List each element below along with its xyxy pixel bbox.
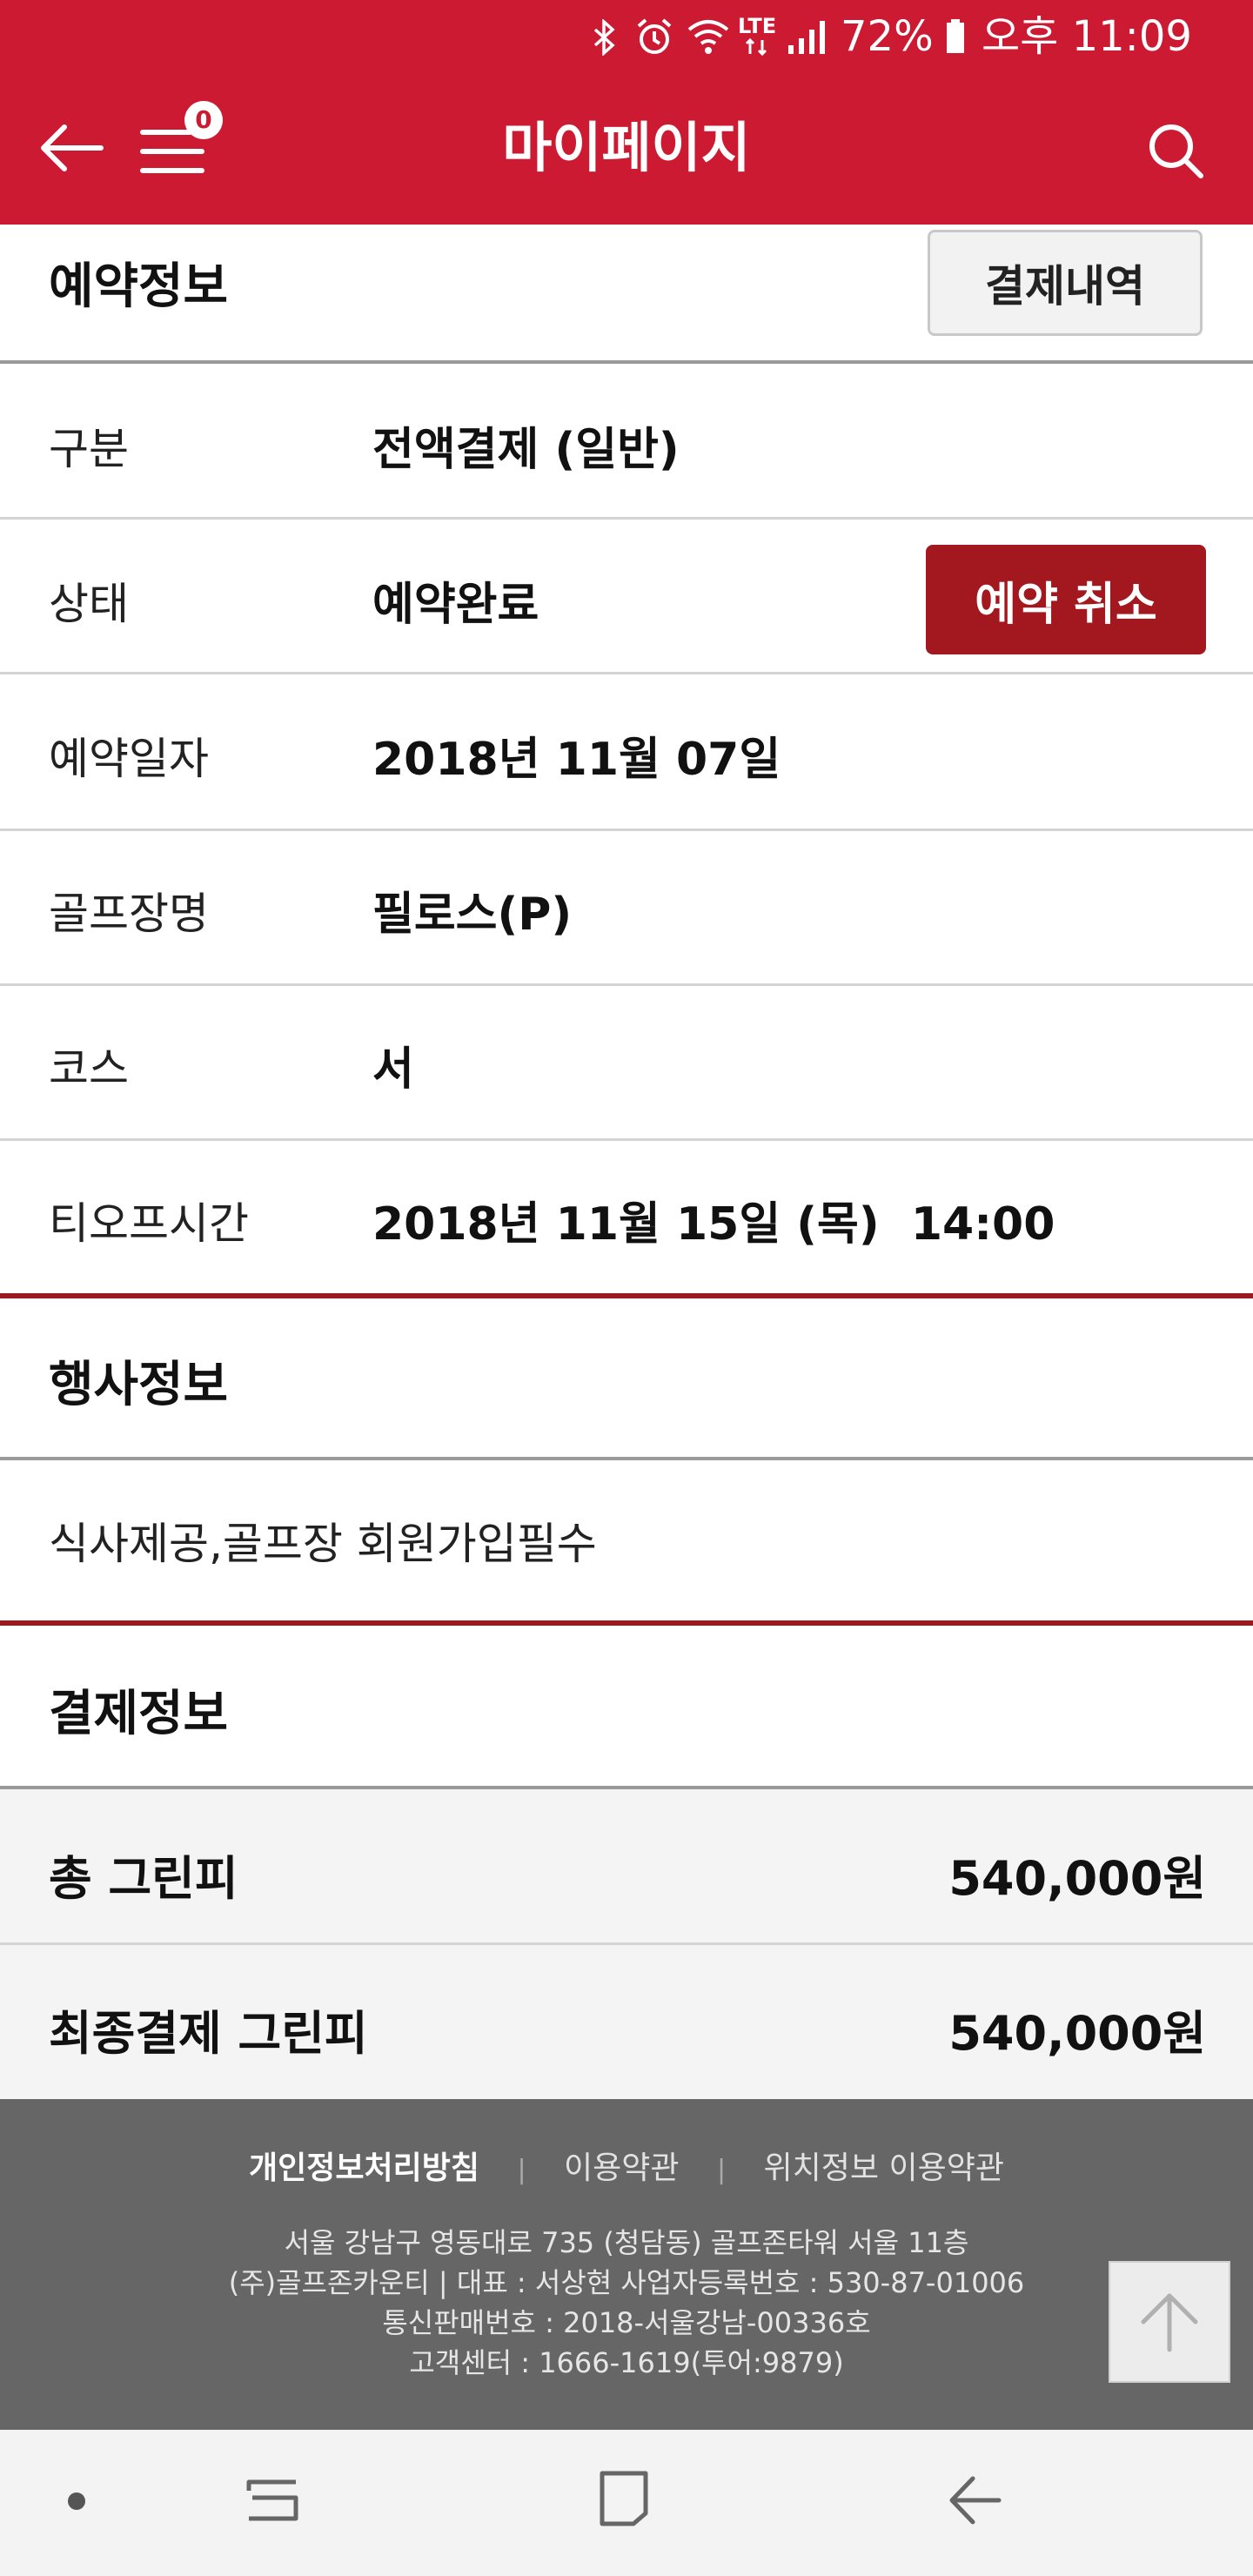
footer-links: 개인정보처리방침 | 이용약관 | 위치정보 이용약관	[0, 2143, 1253, 2188]
row-label-tee-off-time: 티오프시간	[49, 1198, 249, 1249]
row-label-golf-course: 골프장명	[49, 889, 209, 939]
row-label-course: 코스	[49, 1043, 129, 1094]
footer-company: (주)골프존카운티 | 대표 : 서상현 사업자등록번호 : 530-87-01…	[228, 2266, 1025, 2299]
section-divider	[0, 1620, 1253, 1626]
signal-icon	[788, 21, 825, 54]
network-type: LTE	[738, 14, 777, 38]
battery-icon	[947, 19, 964, 53]
event-section-title: 행사정보	[49, 1357, 229, 1413]
footer-separator: |	[716, 2155, 727, 2185]
recent-apps-icon[interactable]	[244, 2472, 301, 2529]
divider	[0, 1457, 1253, 1460]
section-divider	[0, 1293, 1253, 1298]
row-label-type: 구분	[49, 424, 129, 474]
row-value-reservation-date: 2018년 11월 07일	[372, 734, 781, 786]
back-icon[interactable]	[945, 2472, 1002, 2529]
total-green-fee-label: 총 그린피	[49, 1851, 238, 1906]
divider	[0, 828, 1253, 831]
event-description: 식사제공,골프장 회원가입필수	[49, 1519, 597, 1569]
bluetooth-icon	[593, 19, 615, 56]
data-arrows-icon	[745, 38, 767, 56]
privacy-policy-link[interactable]: 개인정보처리방침	[249, 2150, 479, 2186]
row-label-reservation-date: 예약일자	[49, 734, 209, 784]
final-green-fee-value: 540,000원	[948, 2006, 1206, 2061]
cancel-reservation-button[interactable]: 예약 취소	[926, 545, 1206, 654]
status-bar: LTE 72% 오후 11:09	[0, 0, 1253, 75]
reservation-section-title: 예약정보	[49, 258, 229, 315]
row-value-status: 예약완료	[372, 579, 539, 631]
clock: 오후 11:09	[982, 12, 1192, 61]
row-label-status: 상태	[49, 579, 129, 629]
final-green-fee-label: 최종결제 그린피	[49, 2006, 368, 2061]
row-value-golf-course: 필로스(P)	[372, 889, 573, 941]
alarm-icon	[637, 18, 672, 54]
scroll-to-top-button[interactable]	[1109, 2261, 1230, 2383]
row-value-course: 서	[372, 1043, 414, 1096]
divider	[0, 672, 1253, 674]
nav-dot-icon	[68, 2492, 85, 2510]
divider	[0, 1786, 1253, 1789]
arrow-up-icon	[1141, 2293, 1198, 2352]
row-value-type: 전액결제 (일반)	[372, 424, 680, 476]
battery-percent: 72%	[841, 12, 934, 61]
footer-separator: |	[517, 2155, 526, 2185]
divider	[0, 983, 1253, 986]
payment-section-title: 결제정보	[49, 1686, 229, 1742]
location-terms-link[interactable]: 위치정보 이용약관	[764, 2150, 1004, 2186]
divider	[0, 517, 1253, 520]
footer-address: 서울 강남구 영동대로 735 (청담동) 골프존타워 서울 11층	[284, 2226, 969, 2259]
payment-history-button[interactable]: 결제내역	[928, 230, 1203, 336]
divider	[0, 360, 1253, 364]
total-green-fee-value: 540,000원	[948, 1851, 1206, 1906]
search-icon[interactable]	[1147, 122, 1204, 179]
page-title: 마이페이지	[502, 116, 751, 179]
footer-customer-center: 고객센터 : 1666-1619(투어:9879)	[409, 2346, 844, 2379]
wifi-icon	[687, 20, 729, 54]
footer-mail-order-number: 통신판매번호 : 2018-서울강남-00336호	[382, 2306, 871, 2339]
terms-link[interactable]: 이용약관	[564, 2150, 679, 2186]
row-value-tee-off-time: 2018년 11월 15일 (목) 14:00	[372, 1198, 1055, 1251]
divider	[0, 1138, 1253, 1141]
home-icon[interactable]	[595, 2468, 653, 2529]
divider	[0, 1942, 1253, 1945]
